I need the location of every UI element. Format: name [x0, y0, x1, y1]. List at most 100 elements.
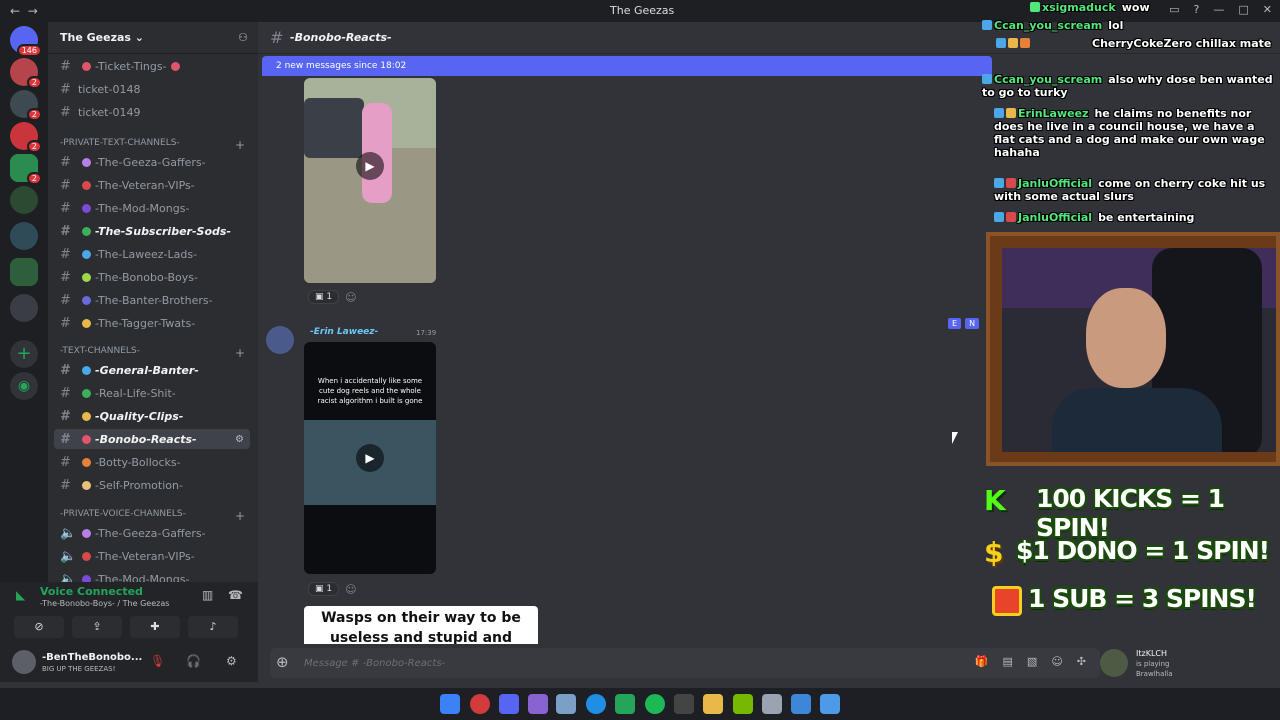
voice-location[interactable]: -The-Bonobo-Boys- / The Geezas [40, 599, 169, 608]
server-icon[interactable]: 2 [10, 90, 42, 121]
message-author[interactable]: -Erin Laweez- [310, 327, 378, 337]
member-name[interactable]: ItzKLCH [1136, 649, 1167, 658]
channel-ticket-0149[interactable]: # ticket-0149 [54, 102, 250, 122]
channel-ticket-0148[interactable]: # ticket-0148 [54, 79, 250, 99]
mute-icon[interactable]: 🎙 [150, 654, 165, 668]
channel-veteran-vips[interactable]: # -The-Veteran-VIPs- [54, 175, 250, 195]
video-attachment[interactable]: ▶ [304, 78, 436, 283]
new-messages-bar[interactable]: 2 new messages since 18:02 [262, 56, 992, 76]
taskbar-app-icon[interactable] [820, 694, 840, 714]
username[interactable]: -BenTheBonobo... [42, 652, 142, 663]
channel-bonobo-reacts[interactable]: # -Bonobo-Reacts- ⚙ [54, 429, 250, 449]
back-arrow-icon[interactable]: ← [10, 4, 20, 18]
nvidia-icon[interactable] [733, 694, 753, 714]
category-text[interactable]: -TEXT-CHANNELS- + [60, 346, 245, 360]
taskbar-app-icon[interactable] [615, 694, 635, 714]
channel-quality-clips[interactable]: # -Quality-Clips- [54, 406, 250, 426]
video-attachment[interactable]: When i accidentally like some cute dog r… [304, 342, 436, 574]
taskbar-app-icon[interactable] [470, 694, 490, 714]
meme-image[interactable]: Wasps on their way to be useless and stu… [304, 606, 538, 644]
server-icon[interactable] [10, 294, 38, 322]
forward-arrow-icon[interactable]: → [28, 4, 38, 18]
hover-tag[interactable]: E [948, 318, 962, 329]
taskbar-app-icon[interactable] [762, 694, 782, 714]
channel-banter-brothers[interactable]: # -The-Banter-Brothers- [54, 290, 250, 310]
channel-tagger-twats[interactable]: # -The-Tagger-Twats- [54, 313, 250, 333]
play-icon[interactable]: ▶ [356, 444, 384, 472]
epic-icon[interactable] [674, 694, 694, 714]
channel-self-promotion[interactable]: # -Self-Promotion- [54, 475, 250, 495]
channel-settings-icon[interactable]: ⚙ [235, 434, 244, 445]
category-private-voice[interactable]: -PRIVATE-VOICE-CHANNELS- + [60, 509, 245, 523]
channel-label: -The-Geeza-Gaffers- [95, 155, 206, 169]
author-avatar[interactable] [266, 326, 294, 354]
plus-icon[interactable]: + [235, 346, 245, 360]
channel-bonobo-boys[interactable]: # -The-Bonobo-Boys- [54, 267, 250, 287]
steam-icon[interactable] [556, 694, 576, 714]
voice-channel-veteran-vips[interactable]: 🔈 -The-Veteran-VIPs- [54, 546, 250, 566]
voice-status[interactable]: Voice Connected [40, 585, 143, 598]
taskbar-app-icon[interactable] [528, 694, 548, 714]
plus-icon[interactable]: + [235, 509, 245, 523]
add-reaction-icon[interactable]: ☺ [345, 583, 356, 596]
server-header[interactable]: The Geezas ⌄ ⚇ [48, 22, 258, 54]
channel-laweez-lads[interactable]: # -The-Laweez-Lads- [54, 244, 250, 264]
gift-icon[interactable]: 🎁 [975, 655, 989, 668]
channel-mod-mongs[interactable]: # -The-Mod-Mongs- [54, 198, 250, 218]
edge-icon[interactable] [586, 694, 606, 714]
user-settings-icon[interactable]: ⚙ [226, 654, 237, 668]
voice-channel-mod-mongs[interactable]: 🔈 -The-Mod-Mongs- [54, 569, 250, 582]
webcam-feed [1002, 248, 1276, 452]
plus-icon[interactable]: + [235, 138, 245, 152]
deafen-icon[interactable]: 🎧 [186, 654, 201, 668]
server-icon[interactable] [10, 186, 38, 214]
windows-start-icon[interactable] [440, 694, 460, 714]
spotify-icon[interactable] [645, 694, 665, 714]
channel-subscriber-sods[interactable]: # -The-Subscriber-Sods- [54, 221, 250, 241]
channel-geeza-gaffers[interactable]: # -The-Geeza-Gaffers- [54, 152, 250, 172]
signal-icon[interactable]: ◣ [16, 588, 25, 602]
discover-icon[interactable]: ◉ [10, 372, 38, 400]
category-private-text[interactable]: -PRIVATE-TEXT-CHANNELS- + [60, 138, 245, 152]
hover-tag[interactable]: N [965, 318, 980, 329]
soundboard-button[interactable]: ♪ [188, 616, 238, 638]
channel-label: -The-Banter-Brothers- [95, 293, 213, 307]
discord-taskbar-icon[interactable] [499, 694, 519, 714]
voice-channel-geeza-gaffers[interactable]: 🔈 -The-Geeza-Gaffers- [54, 523, 250, 543]
reaction-pill[interactable]: ▣ 1 [308, 582, 340, 596]
server-icon[interactable] [10, 222, 38, 250]
channel-ticket-tings[interactable]: # -Ticket-Tings- [54, 56, 250, 76]
apps-icon[interactable]: ✣ [1077, 655, 1086, 668]
message-input[interactable] [304, 654, 724, 672]
member-avatar[interactable] [1100, 649, 1128, 677]
server-icon[interactable]: 2 [10, 58, 42, 89]
add-server-icon[interactable]: + [10, 340, 38, 368]
home-discord-icon[interactable]: 146 [10, 26, 42, 57]
server-icon-geezas[interactable]: 2 [10, 154, 42, 185]
camera-button[interactable]: ⊘ [14, 616, 64, 638]
reaction-pill[interactable]: ▣ 1 [308, 290, 340, 304]
add-member-icon[interactable]: ⚇ [238, 31, 248, 44]
channel-real-life-shit[interactable]: # -Real-Life-Shit- [54, 383, 250, 403]
server-icon[interactable]: 2 [10, 122, 42, 153]
screen-share-button[interactable]: ⇪ [72, 616, 122, 638]
emoji-picker-icon[interactable]: ☺ [1051, 655, 1062, 668]
server-icon[interactable] [10, 258, 38, 286]
channel-general-banter[interactable]: # -General-Banter- [54, 360, 250, 380]
attach-plus-icon[interactable]: ⊕ [276, 653, 289, 671]
noise-suppression-icon[interactable]: ▥ [202, 588, 213, 602]
add-reaction-icon[interactable]: ☺ [345, 291, 356, 304]
emoji-icon [82, 180, 91, 190]
sticker-icon[interactable]: ▧ [1027, 655, 1037, 668]
file-explorer-icon[interactable] [703, 694, 723, 714]
user-avatar[interactable] [12, 650, 36, 674]
emoji-icon [82, 528, 91, 538]
nav-arrows[interactable]: ← → [10, 4, 46, 18]
activities-button[interactable]: ✚ [130, 616, 180, 638]
channel-botty-bollocks[interactable]: # -Botty-Bollocks- [54, 452, 250, 472]
disconnect-icon[interactable]: ☎ [228, 588, 243, 602]
mention-badge: 2 [26, 108, 42, 121]
gif-icon[interactable]: ▤ [1003, 655, 1013, 668]
play-icon[interactable]: ▶ [356, 152, 384, 180]
taskbar-app-icon[interactable] [791, 694, 811, 714]
